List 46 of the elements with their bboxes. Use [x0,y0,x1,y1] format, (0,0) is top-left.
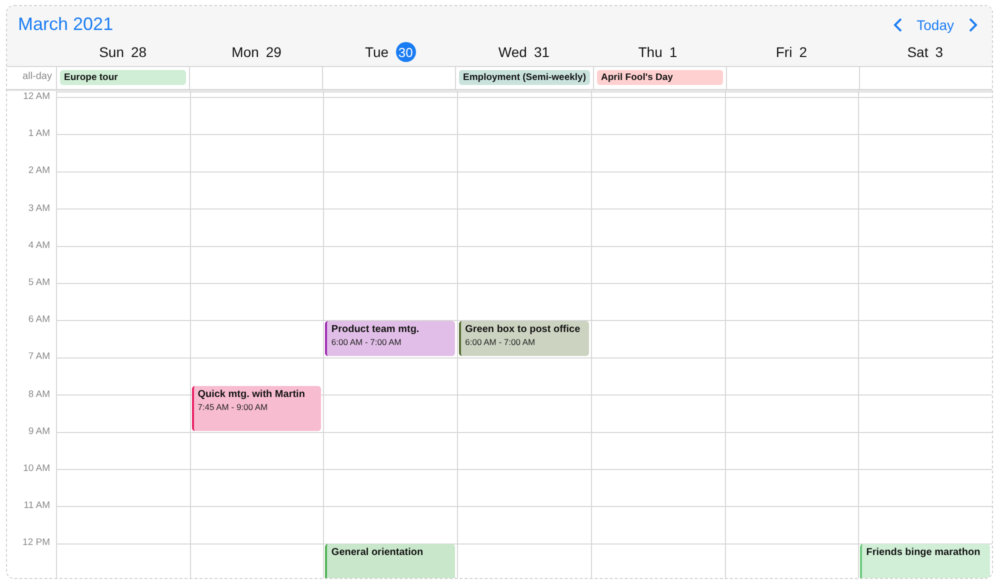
event-title: General orientation [331,547,424,558]
event-title: Product team mtg. [331,324,420,336]
all-day-label: all-day [22,70,53,84]
hour-label: 2 AM [27,165,51,178]
weekday-label: Sun [99,44,124,60]
date-number: 1 [669,44,678,60]
hour-label: 5 AM [27,276,51,290]
hour-label: 4 AM [27,240,51,253]
date-number: 29 [266,44,282,60]
event-card[interactable]: General orientation [325,544,456,578]
event-time: 7:45 AM - 9:00 AM [198,402,269,412]
hour-label: 12 PM [22,537,51,550]
hour-label: 12 AM [22,91,51,104]
date-number: 2 [799,44,807,60]
today-button[interactable]: Today [912,16,958,32]
event-title: Friends binge marathon [866,547,982,558]
weekday-label: Wed [498,44,527,60]
event-card[interactable]: Friends binge marathon [860,544,990,578]
month-title: March 2021 [18,14,114,35]
all-day-event[interactable]: Europe tour [60,70,186,85]
weekday-label: Sat [907,44,928,60]
hour-label: 8 AM [27,388,51,402]
weekday-label: Thu [638,44,662,60]
hour-label: 1 AM [27,128,51,142]
hour-label: 11 AM [22,500,51,514]
weekday-label: Mon [232,44,259,60]
event-card[interactable]: Green box to post office 6:00 AM - 7:00 AM [459,321,589,356]
event-title: Green box to post office [465,324,582,336]
hour-label: 7 AM [27,351,51,364]
date-number: 28 [131,44,147,60]
hour-label: 6 AM [27,314,51,328]
weekday-label: Fri [776,44,792,60]
date-number: 31 [534,44,550,60]
all-day-event[interactable]: April Fool's Day [597,70,723,85]
hour-label: 9 AM [27,426,51,439]
date-number: 3 [935,44,944,60]
hour-label: 3 AM [27,202,51,216]
date-number: 30 [396,42,416,62]
hour-label: 10 AM [22,462,51,476]
weekday-label: Tue [364,44,389,60]
all-day-event[interactable]: Employment (Semi-weekly) [458,70,590,85]
event-card[interactable]: Quick mtg. with Martin 7:45 AM - 9:00 AM [192,386,322,431]
event-card[interactable]: Product team mtg. 6:00 AM - 7:00 AM [325,321,456,356]
event-time: 6:00 AM - 7:00 AM [331,337,402,348]
event-time: 6:00 AM - 7:00 AM [465,337,536,348]
event-title: Quick mtg. with Martin [198,389,306,400]
